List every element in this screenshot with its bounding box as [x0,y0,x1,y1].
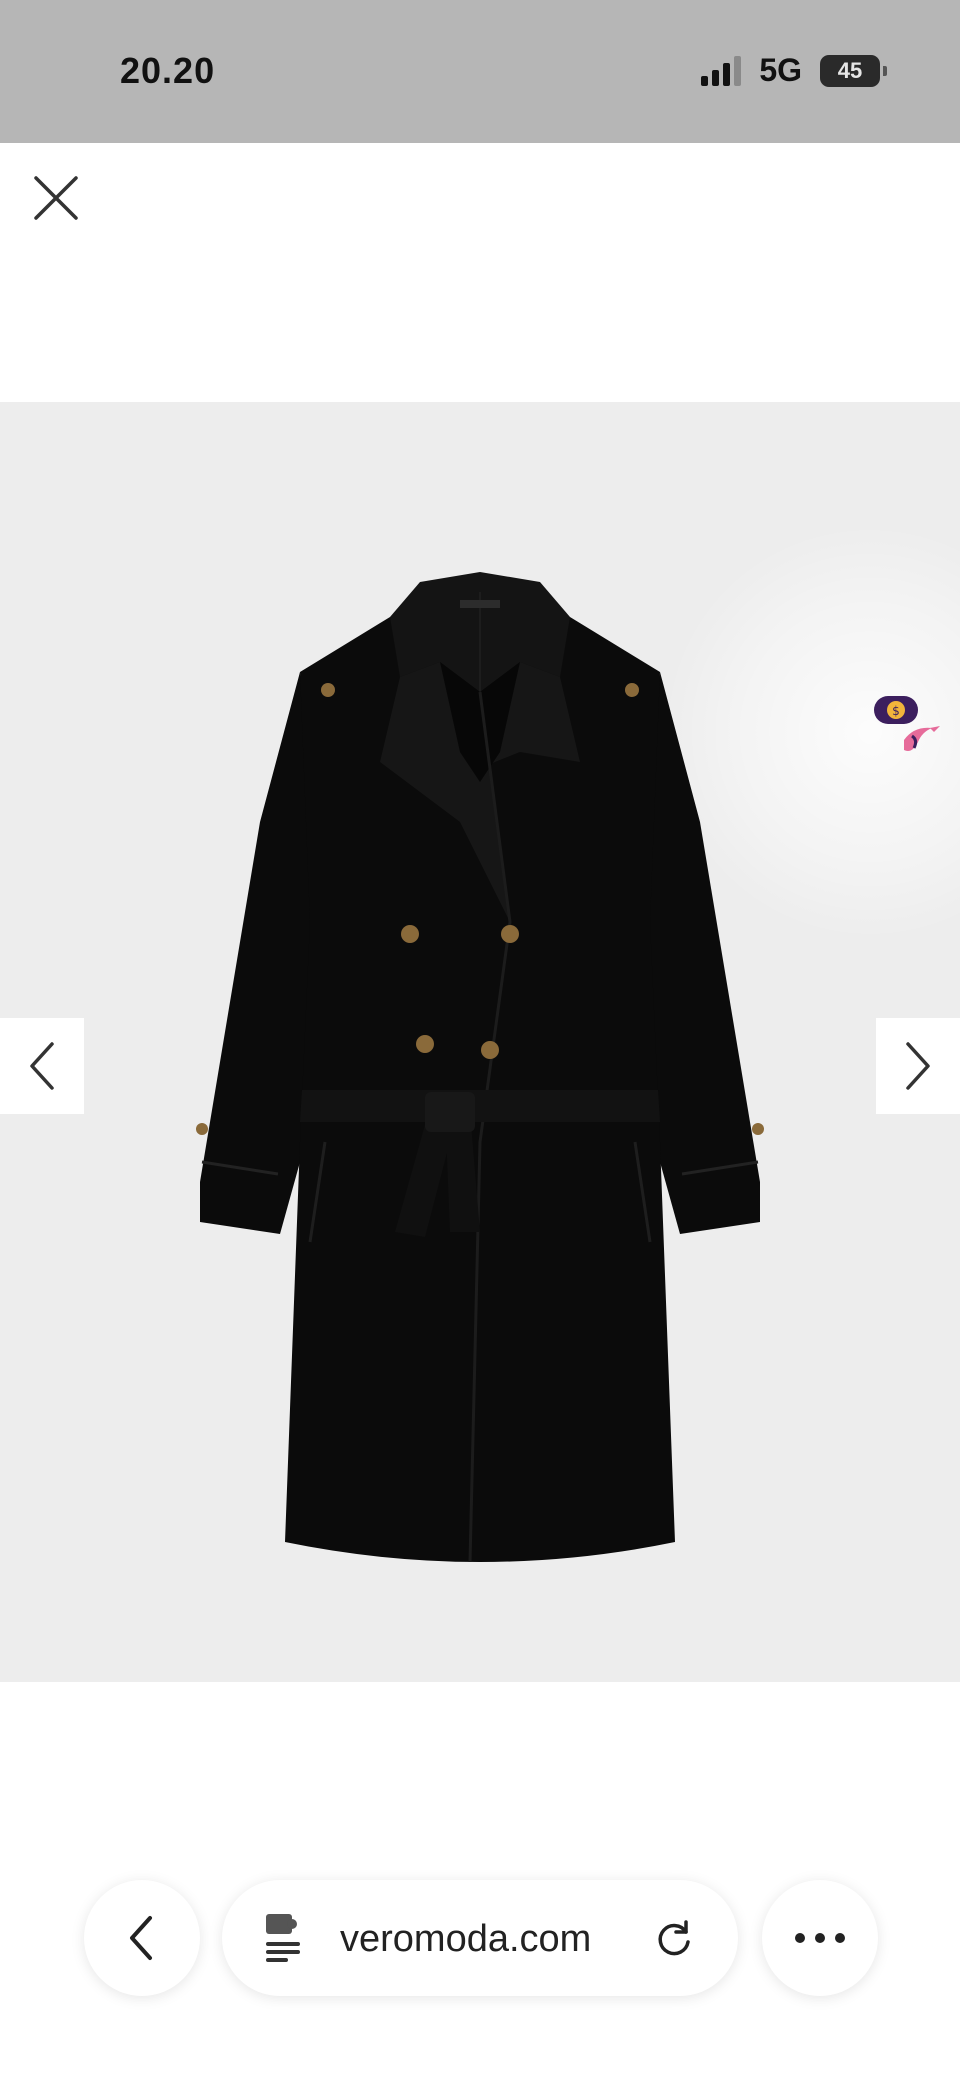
reload-icon[interactable] [652,1916,696,1960]
close-icon [34,176,78,220]
product-image-black-trench-coat [196,572,764,1562]
chevron-right-icon [906,1042,930,1090]
more-dots-icon [795,1933,845,1943]
address-bar[interactable]: veromoda.com [222,1880,738,1996]
battery-level: 45 [837,57,863,83]
status-time: 20.20 [120,50,216,91]
more-options-button[interactable] [762,1880,878,1996]
browser-toolbar: veromoda.com [0,1860,960,2020]
status-indicators: 5G 45 [701,52,887,89]
floating-badges[interactable]: $ [842,692,942,762]
close-button[interactable] [28,170,84,226]
browser-back-button[interactable] [84,1880,200,1996]
previous-image-button[interactable] [0,1018,84,1114]
bird-icon [904,726,940,751]
network-label: 5G [759,52,802,88]
status-bar: 20.20 5G 45 [0,0,960,143]
signal-icon [701,55,742,86]
url-text: veromoda.com [340,1918,592,1960]
svg-text:$: $ [892,704,900,718]
chevron-left-icon [130,1916,152,1960]
battery-icon: 45 [820,54,887,87]
product-image-viewer-page: 20.20 5G 45 $ veromoda.com [0,0,960,2081]
next-image-button[interactable] [876,1018,960,1114]
product-image-gallery[interactable]: $ [0,402,960,1682]
chevron-left-icon [30,1042,54,1090]
puzzle-doc-icon [266,1914,300,1962]
